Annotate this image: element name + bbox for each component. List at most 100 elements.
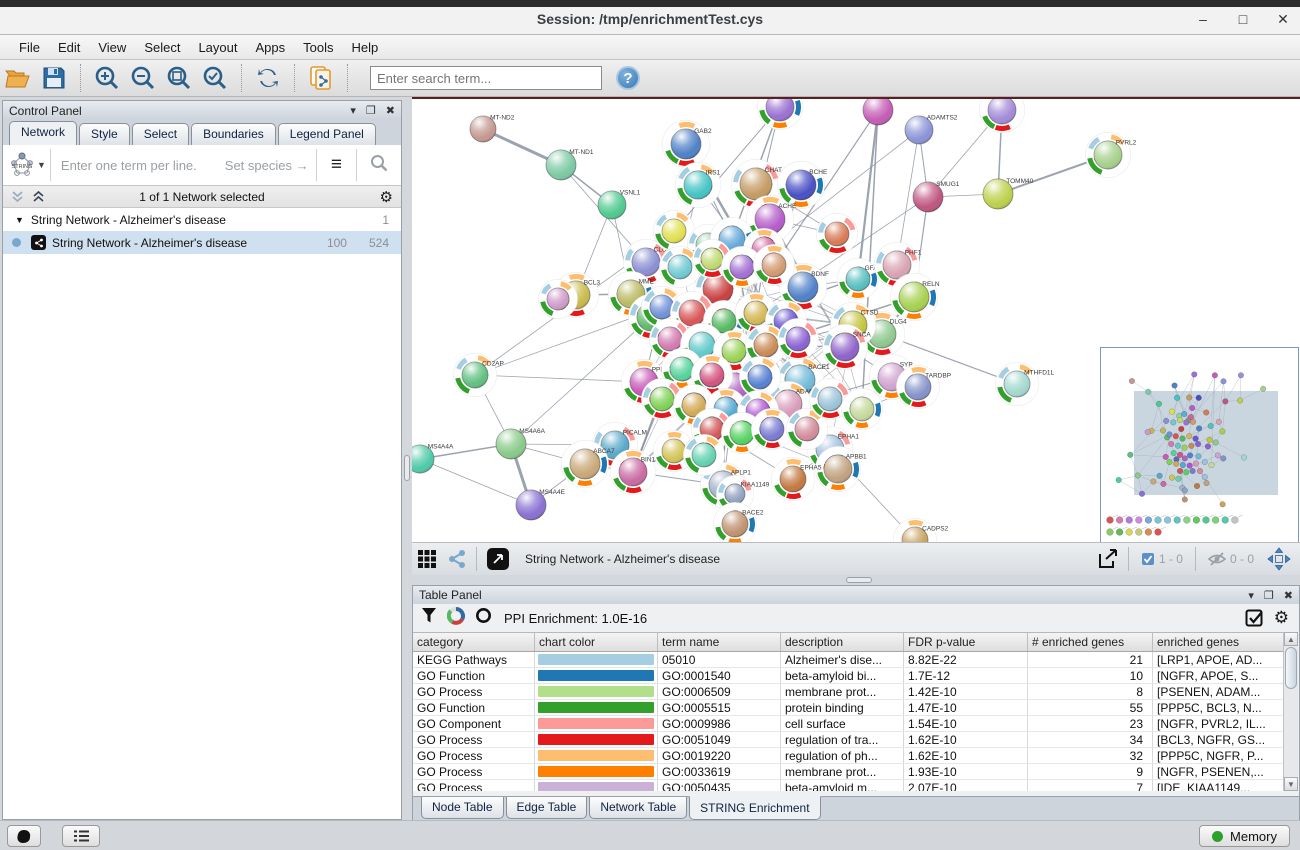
network-node[interactable]: MS4A6A xyxy=(496,428,546,459)
zoom-selected-button[interactable] xyxy=(200,63,230,93)
import-network-button[interactable] xyxy=(306,63,336,93)
zoom-fit-button[interactable] xyxy=(164,63,194,93)
minimize-button[interactable]: – xyxy=(1194,10,1212,28)
network-node[interactable]: CADPS2 xyxy=(894,519,949,543)
tab-network[interactable]: Network xyxy=(9,121,77,145)
network-node[interactable]: ABCA7 xyxy=(562,441,615,488)
maximize-button[interactable]: □ xyxy=(1234,10,1252,28)
tab-edge-table[interactable]: Edge Table xyxy=(506,797,588,819)
menu-view[interactable]: View xyxy=(89,37,135,58)
fit-content-button[interactable] xyxy=(1267,547,1291,571)
string-datasource-button[interactable]: STRING ▼ xyxy=(3,151,50,179)
menu-help[interactable]: Help xyxy=(343,37,388,58)
menu-layout[interactable]: Layout xyxy=(189,37,246,58)
network-node[interactable]: MS4A4E xyxy=(516,489,566,520)
panel-close-icon[interactable]: ✖ xyxy=(386,104,395,117)
network-node[interactable]: MS4A4A xyxy=(412,444,454,474)
column-header-term-name[interactable]: term name xyxy=(658,633,781,651)
panel-close-icon[interactable]: ✖ xyxy=(1284,589,1293,602)
memory-button[interactable]: Memory xyxy=(1199,825,1290,847)
network-node[interactable]: SMUG1 xyxy=(913,181,960,212)
tree-expand-icon[interactable]: ▼ xyxy=(15,215,24,225)
menu-edit[interactable]: Edit xyxy=(49,37,89,58)
string-search-button[interactable] xyxy=(357,154,401,177)
splitter-handle[interactable] xyxy=(404,455,410,481)
draw-charts-button[interactable] xyxy=(447,607,465,630)
scroll-up-arrow[interactable]: ▲ xyxy=(1284,632,1298,646)
table-row[interactable]: GO FunctionGO:0001540beta-amyloid bi...1… xyxy=(413,668,1284,684)
set-species-link[interactable]: Set species → xyxy=(225,158,309,173)
network-row-selected[interactable]: String Network - Alzheimer's disease 100… xyxy=(3,231,401,254)
help-button[interactable]: ? xyxy=(616,66,640,90)
network-node[interactable] xyxy=(863,99,893,125)
zoom-out-button[interactable] xyxy=(128,63,158,93)
column-header--enriched-genes[interactable]: # enriched genes xyxy=(1028,633,1153,651)
refresh-button[interactable] xyxy=(253,63,283,93)
table-row[interactable]: GO ProcessGO:0050435beta-amyloid m...2.0… xyxy=(413,780,1284,791)
network-node[interactable]: BACE2 xyxy=(714,503,764,543)
menu-file[interactable]: File xyxy=(10,37,49,58)
menu-select[interactable]: Select xyxy=(135,37,189,58)
menu-tools[interactable]: Tools xyxy=(294,37,342,58)
table-row[interactable]: GO ProcessGO:0051049regulation of tra...… xyxy=(413,732,1284,748)
filter-button[interactable] xyxy=(421,607,437,629)
network-node[interactable]: MTHFD1L xyxy=(996,363,1055,406)
table-row[interactable]: GO FunctionGO:0005515protein binding1.47… xyxy=(413,700,1284,716)
network-node[interactable]: EPHA5 xyxy=(772,458,822,501)
network-node[interactable] xyxy=(980,99,1025,133)
table-row[interactable]: KEGG Pathways05010Alzheimer's dise...8.8… xyxy=(413,652,1284,668)
tab-select[interactable]: Select xyxy=(132,123,189,145)
scrollbar-thumb[interactable] xyxy=(1285,647,1297,689)
network-node[interactable]: IRS1 xyxy=(676,163,721,208)
panel-menu-icon[interactable]: ▾ xyxy=(350,104,356,117)
network-node[interactable] xyxy=(817,214,858,255)
network-node[interactable] xyxy=(684,435,725,476)
network-node[interactable] xyxy=(754,245,795,286)
search-input[interactable] xyxy=(370,66,602,90)
birds-eye-view[interactable] xyxy=(1100,347,1299,542)
network-node[interactable]: APBB1 xyxy=(816,447,868,492)
splitter-handle[interactable] xyxy=(846,577,872,583)
table-row[interactable]: GO ProcessGO:0006509membrane prot...1.42… xyxy=(413,684,1284,700)
network-node[interactable]: BIN1 xyxy=(611,450,656,495)
share-view-button[interactable] xyxy=(447,549,467,569)
gear-icon[interactable]: ⚙ xyxy=(1274,608,1289,628)
network-node[interactable] xyxy=(842,389,883,430)
column-header-FDR-p-value[interactable]: FDR p-value xyxy=(904,633,1028,651)
close-button[interactable]: ✕ xyxy=(1274,10,1292,28)
network-node[interactable] xyxy=(778,319,819,360)
task-history-button[interactable] xyxy=(62,825,100,847)
select-columns-button[interactable] xyxy=(1245,609,1264,628)
panel-float-icon[interactable]: ❐ xyxy=(366,104,376,117)
tab-node-table[interactable]: Node Table xyxy=(421,797,504,819)
column-header-category[interactable]: category xyxy=(413,633,535,651)
network-node[interactable]: VSNL1 xyxy=(598,190,641,220)
tab-style[interactable]: Style xyxy=(79,123,130,145)
vertical-splitter[interactable] xyxy=(402,97,412,820)
save-session-button[interactable] xyxy=(39,63,69,93)
table-row[interactable]: GO ProcessGO:0033619membrane prot...1.93… xyxy=(413,764,1284,780)
tab-boundaries[interactable]: Boundaries xyxy=(191,123,276,145)
network-node[interactable]: CD2AP xyxy=(454,354,504,397)
panel-menu-icon[interactable]: ▾ xyxy=(1248,589,1254,602)
scroll-down-arrow[interactable]: ▼ xyxy=(1284,777,1298,791)
column-header-description[interactable]: description xyxy=(781,633,904,651)
network-node[interactable]: PVRL2 xyxy=(1086,133,1137,178)
string-query-input[interactable]: Enter one term per line. xyxy=(61,158,197,173)
network-node[interactable]: ADAMTS2 xyxy=(905,115,958,145)
network-node[interactable]: TARDBP xyxy=(897,366,952,409)
network-node[interactable] xyxy=(539,280,578,319)
network-overview-button[interactable] xyxy=(7,825,41,847)
tab-legend-panel[interactable]: Legend Panel xyxy=(278,123,376,145)
open-in-browser-button[interactable] xyxy=(487,548,509,570)
tab-string-enrichment[interactable]: STRING Enrichment xyxy=(689,796,820,820)
open-session-button[interactable] xyxy=(3,63,33,93)
title-bar[interactable]: Session: /tmp/enrichmentTest.cys – □ ✕ xyxy=(0,0,1300,35)
zoom-in-button[interactable] xyxy=(92,63,122,93)
network-node[interactable]: MT-ND1 xyxy=(546,149,594,180)
network-node[interactable]: MT-ND2 xyxy=(470,114,515,142)
grid-mode-button[interactable] xyxy=(417,549,437,569)
table-vertical-scrollbar[interactable]: ▲ ▼ xyxy=(1283,632,1298,791)
string-options-button[interactable]: ≡ xyxy=(317,154,356,176)
export-network-button[interactable] xyxy=(1097,548,1119,570)
